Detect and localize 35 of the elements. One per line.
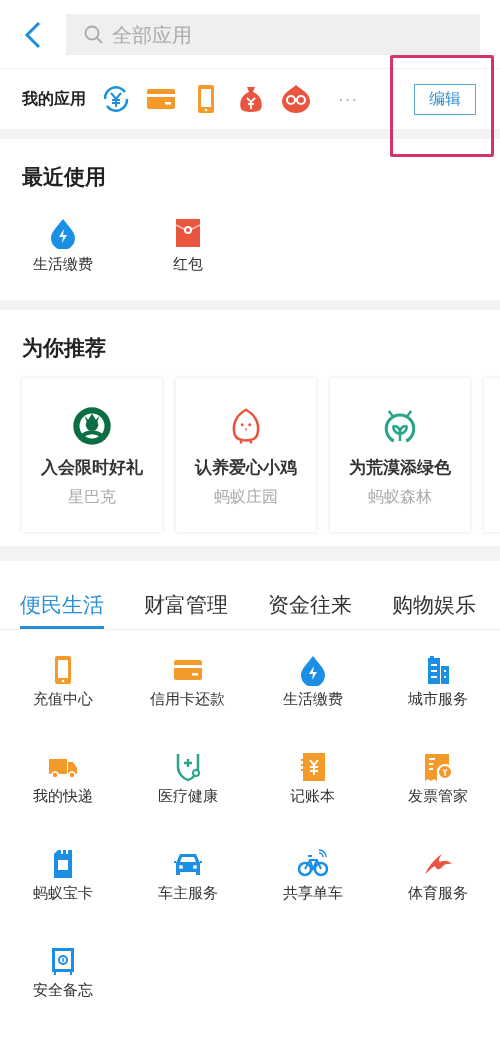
app-label[interactable]: 医疗健康 [157,787,218,806]
card-subtitle: 蚂蚁森林 [368,487,432,508]
section-title: 最近使用 [21,164,107,191]
app-label[interactable]: 体育服务 [407,884,468,903]
category-tab[interactable]: 财富管理 [144,561,228,629]
glasses-face-icon [280,83,312,115]
card-title: 为荒漠添绿色 [349,456,451,479]
app-label[interactable]: 城市服务 [407,690,468,709]
app-label[interactable]: 信用卡还款 [150,690,225,709]
section-title: 为你推荐 [21,335,107,362]
app-label[interactable]: 我的快递 [32,787,93,806]
more-indicator: ··· [338,88,359,110]
category-tab[interactable]: 购物娱乐 [392,561,476,629]
app-label[interactable]: 生活缴费 [32,255,93,274]
app-label[interactable]: 记账本 [290,787,335,806]
card-subtitle: 星巴克 [68,487,116,508]
search-field[interactable]: 全部应用 [66,14,480,55]
edit-button[interactable]: 编辑 [414,83,476,115]
app-label[interactable]: 安全备忘 [32,981,93,1000]
app-label[interactable]: 蚂蚁宝卡 [32,884,93,903]
app-label[interactable]: 共享单车 [282,884,343,903]
app-label[interactable]: 车主服务 [157,884,218,903]
app-label[interactable]: 红包 [172,255,203,274]
app-label[interactable]: 发票管家 [407,787,468,806]
app-label[interactable]: 充值中心 [32,690,93,709]
card-title: 认养爱心小鸡 [195,456,297,479]
round-logo-icon [72,406,112,446]
category-tab[interactable]: 资金往来 [268,561,352,629]
recommend-card[interactable]: 认养爱心小鸡 蚂蚁庄园 [176,378,316,532]
section-label: 我的应用 [22,88,86,110]
app-label[interactable]: 生活缴费 [282,690,343,709]
recommend-card[interactable]: 为荒漠添绿色 蚂蚁森林 [330,378,470,532]
card-title: 入会限时好礼 [41,456,143,479]
recommend-card[interactable]: 入会限时好礼 星巴克 [22,378,162,532]
card-subtitle: 蚂蚁庄园 [214,487,278,508]
